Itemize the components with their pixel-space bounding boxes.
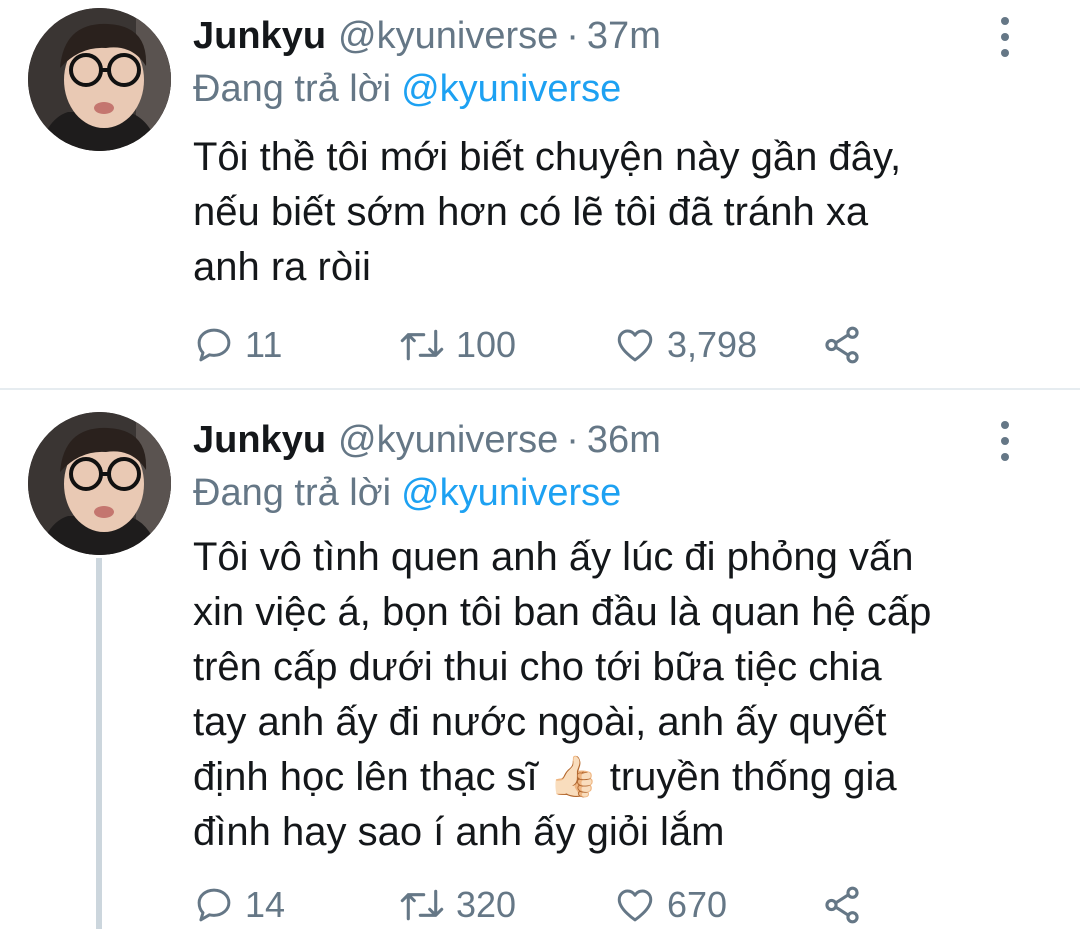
heart-icon [617, 889, 653, 922]
replying-to: Đang trả lời @kyuniverse [193, 63, 621, 115]
tweet-actions: 11 100 3,798 [193, 320, 913, 370]
replying-to: Đang trả lời @kyuniverse [193, 467, 621, 519]
retweet-icon [400, 889, 444, 921]
retweet-icon [400, 329, 444, 361]
display-name[interactable]: Junkyu [193, 10, 326, 62]
like-count: 670 [667, 884, 728, 925]
tweet-header: Junkyu @kyuniverse · 37m [193, 10, 661, 62]
tweet-text-line: Tôi thề tôi mới biết chuyện này gần đây, [193, 135, 902, 179]
reply-icon [197, 888, 231, 922]
retweet-button[interactable]: 100 [398, 320, 516, 370]
more-options-icon[interactable] [990, 17, 1020, 57]
tweet-text: Tôi thề tôi mới biết chuyện này gần đây,… [193, 130, 1053, 295]
thread-line [96, 558, 102, 929]
timestamp[interactable]: 36m [587, 414, 661, 466]
tweet-text-line: tay anh ấy đi nước ngoài, anh ấy quyết [193, 700, 887, 744]
display-name[interactable]: Junkyu [193, 414, 326, 466]
share-icon [825, 326, 859, 364]
replying-label: Đang trả lời [193, 68, 392, 110]
reply-count: 14 [245, 884, 286, 925]
user-handle[interactable]: @kyuniverse [338, 414, 558, 466]
like-count: 3,798 [667, 324, 758, 365]
tweet-header: Junkyu @kyuniverse · 36m [193, 414, 661, 466]
avatar[interactable] [28, 8, 171, 151]
more-options-icon[interactable] [990, 421, 1020, 461]
like-button[interactable]: 670 [613, 880, 727, 930]
mention-link[interactable]: @kyuniverse [401, 68, 621, 110]
timestamp[interactable]: 37m [587, 10, 661, 62]
tweet-1[interactable]: Junkyu @kyuniverse · 37m Đang trả lời @ky… [0, 0, 1080, 388]
retweet-count: 100 [456, 324, 517, 365]
share-icon [825, 886, 859, 924]
user-handle[interactable]: @kyuniverse [338, 10, 558, 62]
tweet-text-line: xin việc á, bọn tôi ban đầu là quan hệ c… [193, 590, 932, 634]
separator-dot: · [566, 15, 579, 57]
replying-label: Đang trả lời [193, 472, 392, 514]
reply-button[interactable]: 11 [193, 320, 282, 370]
reply-button[interactable]: 14 [193, 880, 285, 930]
share-button[interactable] [821, 880, 863, 930]
tweet-text: Tôi vô tình quen anh ấy lúc đi phỏng vấn… [193, 530, 1053, 860]
separator-dot: · [566, 419, 579, 461]
like-button[interactable]: 3,798 [613, 320, 757, 370]
retweet-button[interactable]: 320 [398, 880, 516, 930]
reply-icon [197, 328, 231, 362]
mention-link[interactable]: @kyuniverse [401, 472, 621, 514]
share-button[interactable] [821, 320, 863, 370]
tweet-2[interactable]: Junkyu @kyuniverse · 36m Đang trả lời @ky… [0, 390, 1080, 929]
heart-icon [617, 329, 653, 362]
tweet-text-line: đình hay sao í anh ấy giỏi lắm [193, 810, 725, 854]
tweet-text-line: trên cấp dưới thui cho tới bữa tiệc chia [193, 645, 882, 689]
tweet-text-line: nếu biết sớm hơn có lẽ tôi đã tránh xa [193, 190, 869, 234]
reply-count: 11 [245, 324, 283, 365]
tweet-actions: 14 320 670 [193, 880, 913, 930]
tweet-text-line: định học lên thạc sĩ 👍🏻 truyền thống gia [193, 755, 897, 799]
tweet-text-line: Tôi vô tình quen anh ấy lúc đi phỏng vấn [193, 535, 914, 579]
avatar[interactable] [28, 412, 171, 555]
avatar-photo [28, 412, 171, 555]
tweet-text-line: anh ra ròii [193, 245, 371, 289]
avatar-photo [28, 8, 171, 151]
retweet-count: 320 [456, 884, 517, 925]
